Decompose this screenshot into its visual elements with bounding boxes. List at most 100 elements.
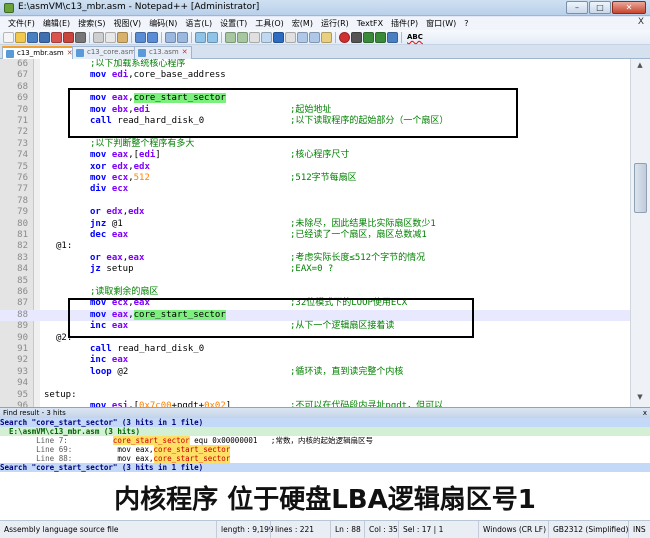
line-number: 90 xyxy=(17,332,28,343)
scroll-down-icon[interactable]: ▼ xyxy=(635,393,645,403)
show-all-chars-icon[interactable] xyxy=(261,31,272,43)
code-line: 93 loop @2 ;循环读，直到读完整个内核 xyxy=(0,367,630,378)
operand-token: edx xyxy=(133,161,150,172)
status-length: length : 9,199 xyxy=(216,521,274,538)
find-match-row[interactable]: Line 7: core_start_sector equ 0x00000001… xyxy=(0,436,650,445)
code-line: 94 xyxy=(0,378,630,389)
function-list-icon[interactable] xyxy=(309,31,320,43)
find-icon[interactable] xyxy=(165,31,176,43)
close-button[interactable]: ✕ xyxy=(612,1,646,14)
sync-scroll-horizontal-icon[interactable] xyxy=(237,31,248,43)
cut-icon[interactable] xyxy=(93,31,104,43)
save-all-icon[interactable] xyxy=(39,31,50,43)
code-line: 89 inc eax ;从下一个逻辑扇区接着读 xyxy=(0,321,630,332)
find-search-row[interactable]: Search "core_start_sector" (3 hits in 1 … xyxy=(0,463,650,472)
operands: ecx,512 xyxy=(107,173,150,184)
zoom-in-icon[interactable] xyxy=(195,31,206,43)
toolbar-separator xyxy=(401,31,402,43)
play-macro-icon[interactable] xyxy=(363,31,374,43)
operand-token: edi xyxy=(106,70,129,81)
close-file-icon[interactable] xyxy=(51,31,62,43)
find-match-row[interactable]: Line 88: mov eax,core_start_sector xyxy=(0,454,650,463)
scroll-up-icon[interactable]: ▲ xyxy=(635,61,645,71)
operand-token: ebx xyxy=(106,104,129,115)
scrollbar-thumb[interactable] xyxy=(634,163,647,213)
toolbar-separator xyxy=(161,31,162,43)
operands: ebx,edi xyxy=(107,105,150,116)
stop-macro-icon[interactable] xyxy=(351,31,362,43)
tab-c13-mbr-asm[interactable]: c13_mbr.asm ✕ xyxy=(2,46,77,60)
instruction: mov xyxy=(90,104,107,115)
redo-icon[interactable] xyxy=(147,31,158,43)
record-macro-icon[interactable] xyxy=(339,31,350,43)
comment: ;512字节每扇区 xyxy=(290,173,357,183)
menu-item[interactable]: 插件(P) xyxy=(387,18,422,29)
menu-item[interactable]: 窗口(W) xyxy=(422,18,460,29)
operand-token: read_hard_disk_0 xyxy=(112,116,205,126)
print-icon[interactable] xyxy=(75,31,86,43)
copy-icon[interactable] xyxy=(105,31,116,43)
replace-icon[interactable] xyxy=(177,31,188,43)
tab-label: c13_mbr.asm xyxy=(17,49,64,57)
language-icon[interactable] xyxy=(285,31,296,43)
new-file-icon[interactable] xyxy=(3,31,14,43)
folder-workspace-icon[interactable] xyxy=(321,31,332,43)
menu-item[interactable]: 搜索(S) xyxy=(74,18,109,29)
menu-item[interactable]: 宏(M) xyxy=(288,18,317,29)
operand-token: ecx xyxy=(106,298,129,309)
menu-item[interactable]: 视图(V) xyxy=(109,18,145,29)
operand-token: ,core_base_address xyxy=(128,70,226,81)
search-match-highlight: core_start_sector xyxy=(133,93,226,104)
line-number: 72 xyxy=(17,127,28,138)
doc-map-icon[interactable] xyxy=(297,31,308,43)
comment: ;考虑实际长度≤512个字节的情况 xyxy=(290,252,426,263)
menu-item[interactable]: 文件(F) xyxy=(4,18,39,29)
menu-item[interactable]: ? xyxy=(460,19,472,28)
save-icon[interactable] xyxy=(27,31,38,43)
status-encoding[interactable]: GB2312 (Simplified) xyxy=(548,521,628,538)
menu-item[interactable]: 语言(L) xyxy=(181,18,216,29)
close-all-icon[interactable] xyxy=(63,31,74,43)
operand-token: eax xyxy=(106,355,129,366)
code-line: 67 mov edi,core_base_address xyxy=(0,70,630,81)
menu-item[interactable]: 工具(O) xyxy=(251,18,288,29)
line-number: 91 xyxy=(17,344,28,354)
open-folder-icon[interactable] xyxy=(15,31,26,43)
paste-icon[interactable] xyxy=(117,31,128,43)
code-line: 91 call read_hard_disk_0 xyxy=(0,344,630,355)
undo-icon[interactable] xyxy=(135,31,146,43)
operands: setup xyxy=(101,264,133,275)
operand-token: ecx xyxy=(106,184,129,195)
status-lines: lines : 221 xyxy=(270,521,330,538)
status-eol[interactable]: Windows (CR LF) xyxy=(478,521,548,538)
save-macro-icon[interactable] xyxy=(387,31,398,43)
find-results-close-button[interactable]: x xyxy=(643,408,647,418)
tab-c13-asm[interactable]: c13.asm ✕ xyxy=(134,46,192,59)
comment: ;以下加载系统核心程序 xyxy=(90,59,186,69)
tab-close-icon[interactable]: ✕ xyxy=(182,47,188,58)
status-insert-mode: INS xyxy=(628,521,650,538)
line-number: 82 xyxy=(17,241,28,252)
menu-item[interactable]: 运行(R) xyxy=(317,18,353,29)
menu-item[interactable]: 编码(N) xyxy=(145,18,181,29)
find-file-row[interactable]: E:\asmVM\c13_mbr.asm (3 hits) xyxy=(0,427,650,436)
window-title: E:\asmVM\c13_mbr.asm - Notepad++ [Admini… xyxy=(18,2,260,12)
spell-check-icon[interactable]: ABC xyxy=(405,33,425,41)
menu-item[interactable]: 编辑(E) xyxy=(39,18,74,29)
find-match-row[interactable]: Line 69: mov eax,core_start_sector xyxy=(0,445,650,454)
instruction: mov xyxy=(90,70,107,81)
minimize-button[interactable]: – xyxy=(566,1,588,14)
maximize-button[interactable]: □ xyxy=(589,1,611,14)
vertical-scrollbar[interactable]: ▲ ▼ xyxy=(630,59,650,407)
menu-close-document-button[interactable]: X xyxy=(638,17,644,27)
menu-item[interactable]: TextFX xyxy=(353,19,387,28)
code-editor[interactable]: 66 ;以下加载系统核心程序 67 mov edi,core_base_address… xyxy=(0,59,630,407)
find-search-row[interactable]: Search "core_start_sector" (3 hits in 1 … xyxy=(0,418,650,427)
run-macro-multiple-icon[interactable] xyxy=(375,31,386,43)
indent-guide-icon[interactable] xyxy=(273,31,284,43)
line-number: 95 xyxy=(17,389,28,400)
word-wrap-icon[interactable] xyxy=(249,31,260,43)
sync-scroll-vertical-icon[interactable] xyxy=(225,31,236,43)
menu-item[interactable]: 设置(T) xyxy=(216,18,251,29)
zoom-out-icon[interactable] xyxy=(207,31,218,43)
